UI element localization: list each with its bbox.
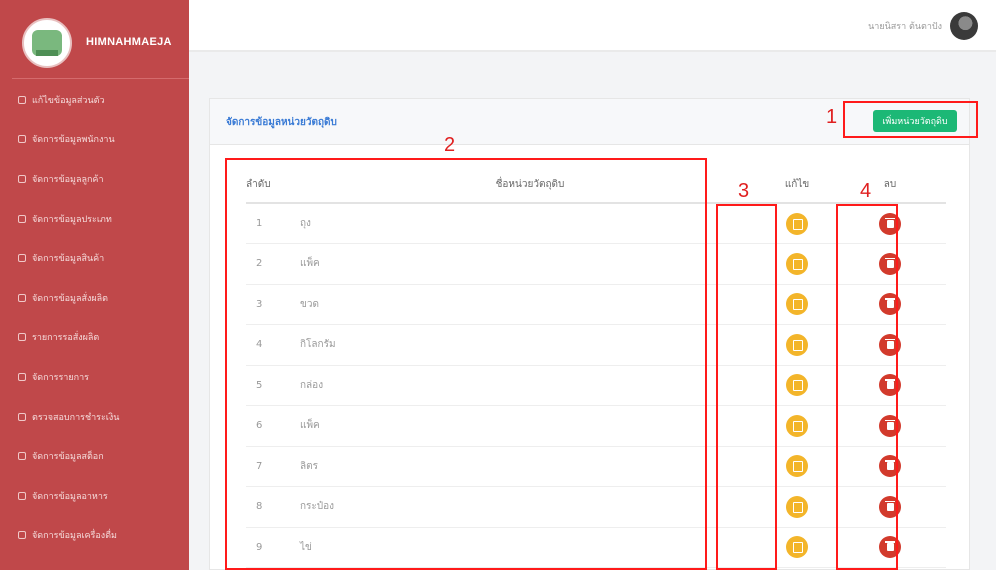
- table-row: 9 ไข่: [246, 527, 946, 568]
- sidebar-item-production[interactable]: จัดการข้อมูลสั่งผลิต: [0, 278, 189, 318]
- table-row: 3 ขวด: [246, 284, 946, 325]
- edit-icon[interactable]: [786, 333, 808, 356]
- users-icon: [18, 135, 26, 144]
- delete-icon[interactable]: [879, 495, 901, 518]
- column-header-delete: ลบ: [834, 167, 946, 204]
- clock-icon: [18, 333, 26, 342]
- annotation-label-3: 3: [738, 180, 750, 202]
- money-icon: [18, 412, 26, 421]
- table-row: 6 แพ็ค: [246, 405, 946, 447]
- column-header-name[interactable]: ชื่อหน่วยวัตถุดิบ: [294, 167, 760, 204]
- brand-logo: [22, 18, 72, 68]
- delete-icon[interactable]: [879, 252, 901, 275]
- sidebar-item-profile[interactable]: แก้ไขข้อมูลส่วนตัว: [0, 80, 189, 120]
- sidebar-nav: แก้ไขข้อมูลส่วนตัว จัดการข้อมูลพนักงาน จ…: [0, 80, 189, 555]
- user-icon: [18, 95, 26, 104]
- box-icon: [18, 254, 26, 263]
- sidebar-item-drinks[interactable]: จัดการข้อมูลเครื่องดื่ม: [0, 516, 189, 556]
- table-header-row: ลำดับ ชื่อหน่วยวัตถุดิบ แก้ไข ลบ: [246, 167, 946, 204]
- sidebar-divider: [12, 78, 189, 79]
- sidebar-item-customers[interactable]: จัดการข้อมูลลูกค้า: [0, 159, 189, 199]
- table-row: 8 กระป๋อง: [246, 486, 946, 528]
- username: นายนิสรา ต้นตาปัง: [868, 22, 942, 32]
- edit-icon[interactable]: [786, 455, 808, 478]
- cart-icon: [18, 372, 26, 381]
- avatar[interactable]: [950, 12, 978, 40]
- edit-icon[interactable]: [786, 414, 808, 437]
- annotation-label-4: 4: [860, 180, 872, 202]
- food-icon: [18, 491, 26, 500]
- edit-icon[interactable]: [786, 293, 808, 316]
- annotation-label-2: 2: [444, 134, 456, 156]
- sidebar-item-stock[interactable]: จัดการข้อมูลสต็อก: [0, 436, 189, 476]
- table-row: 1 ถุง: [246, 203, 946, 244]
- delete-icon[interactable]: [879, 212, 901, 235]
- column-header-edit: แก้ไข: [760, 167, 834, 204]
- sidebar-item-products[interactable]: จัดการข้อมูลสินค้า: [0, 238, 189, 278]
- edit-icon[interactable]: [786, 536, 808, 559]
- drink-icon: [18, 531, 26, 540]
- chart-icon: [18, 452, 26, 461]
- sidebar-item-employees[interactable]: จัดการข้อมูลพนักงาน: [0, 120, 189, 160]
- sidebar: HIMNAHMAEJA แก้ไขข้อมูลส่วนตัว จัดการข้อ…: [0, 0, 189, 570]
- table-row: 4 กิโลกรัม: [246, 324, 946, 366]
- topbar: นายนิสรา ต้นตาปัง: [189, 0, 996, 52]
- brand-name: HIMNAHMAEJA: [86, 36, 172, 48]
- card-header: จัดการข้อมูลหน่วยวัตถุดิบ เพิ่มหน่วยวัตถ…: [210, 99, 969, 145]
- edit-icon[interactable]: [786, 374, 808, 397]
- column-header-no[interactable]: ลำดับ: [246, 167, 294, 204]
- sidebar-item-pending[interactable]: รายการรอสั่งผลิต: [0, 318, 189, 358]
- brand[interactable]: HIMNAHMAEJA: [0, 8, 189, 78]
- customer-icon: [18, 174, 26, 183]
- sidebar-item-payments[interactable]: ตรวจสอบการชำระเงิน: [0, 397, 189, 437]
- sidebar-item-food[interactable]: จัดการข้อมูลอาหาร: [0, 476, 189, 516]
- factory-icon: [18, 293, 26, 302]
- delete-icon[interactable]: [879, 414, 901, 437]
- delete-icon[interactable]: [879, 455, 901, 478]
- add-unit-button[interactable]: เพิ่มหน่วยวัตถุดิบ: [873, 110, 957, 132]
- delete-icon[interactable]: [879, 374, 901, 397]
- delete-icon[interactable]: [879, 293, 901, 316]
- edit-icon[interactable]: [786, 252, 808, 275]
- unit-card: จัดการข้อมูลหน่วยวัตถุดิบ เพิ่มหน่วยวัตถ…: [209, 98, 970, 570]
- list-icon: [18, 214, 26, 223]
- table-row: 5 กล่อง: [246, 365, 946, 406]
- table-row: 7 ลิตร: [246, 446, 946, 487]
- edit-icon[interactable]: [786, 495, 808, 518]
- page-title: จัดการข้อมูลหน่วยวัตถุดิบ: [226, 117, 337, 128]
- delete-icon[interactable]: [879, 536, 901, 559]
- sidebar-item-orders[interactable]: จัดการรายการ: [0, 357, 189, 397]
- user-menu[interactable]: นายนิสรา ต้นตาปัง: [868, 12, 978, 40]
- edit-icon[interactable]: [786, 212, 808, 235]
- annotation-label-1: 1: [826, 106, 838, 128]
- sidebar-item-types[interactable]: จัดการข้อมูลประเภท: [0, 199, 189, 239]
- unit-table: ลำดับ ชื่อหน่วยวัตถุดิบ แก้ไข ลบ 1 ถุง 2แ…: [246, 167, 946, 568]
- main-content: จัดการข้อมูลหน่วยวัตถุดิบ เพิ่มหน่วยวัตถ…: [189, 52, 996, 570]
- table-row: 2 แพ็ค: [246, 243, 946, 285]
- delete-icon[interactable]: [879, 333, 901, 356]
